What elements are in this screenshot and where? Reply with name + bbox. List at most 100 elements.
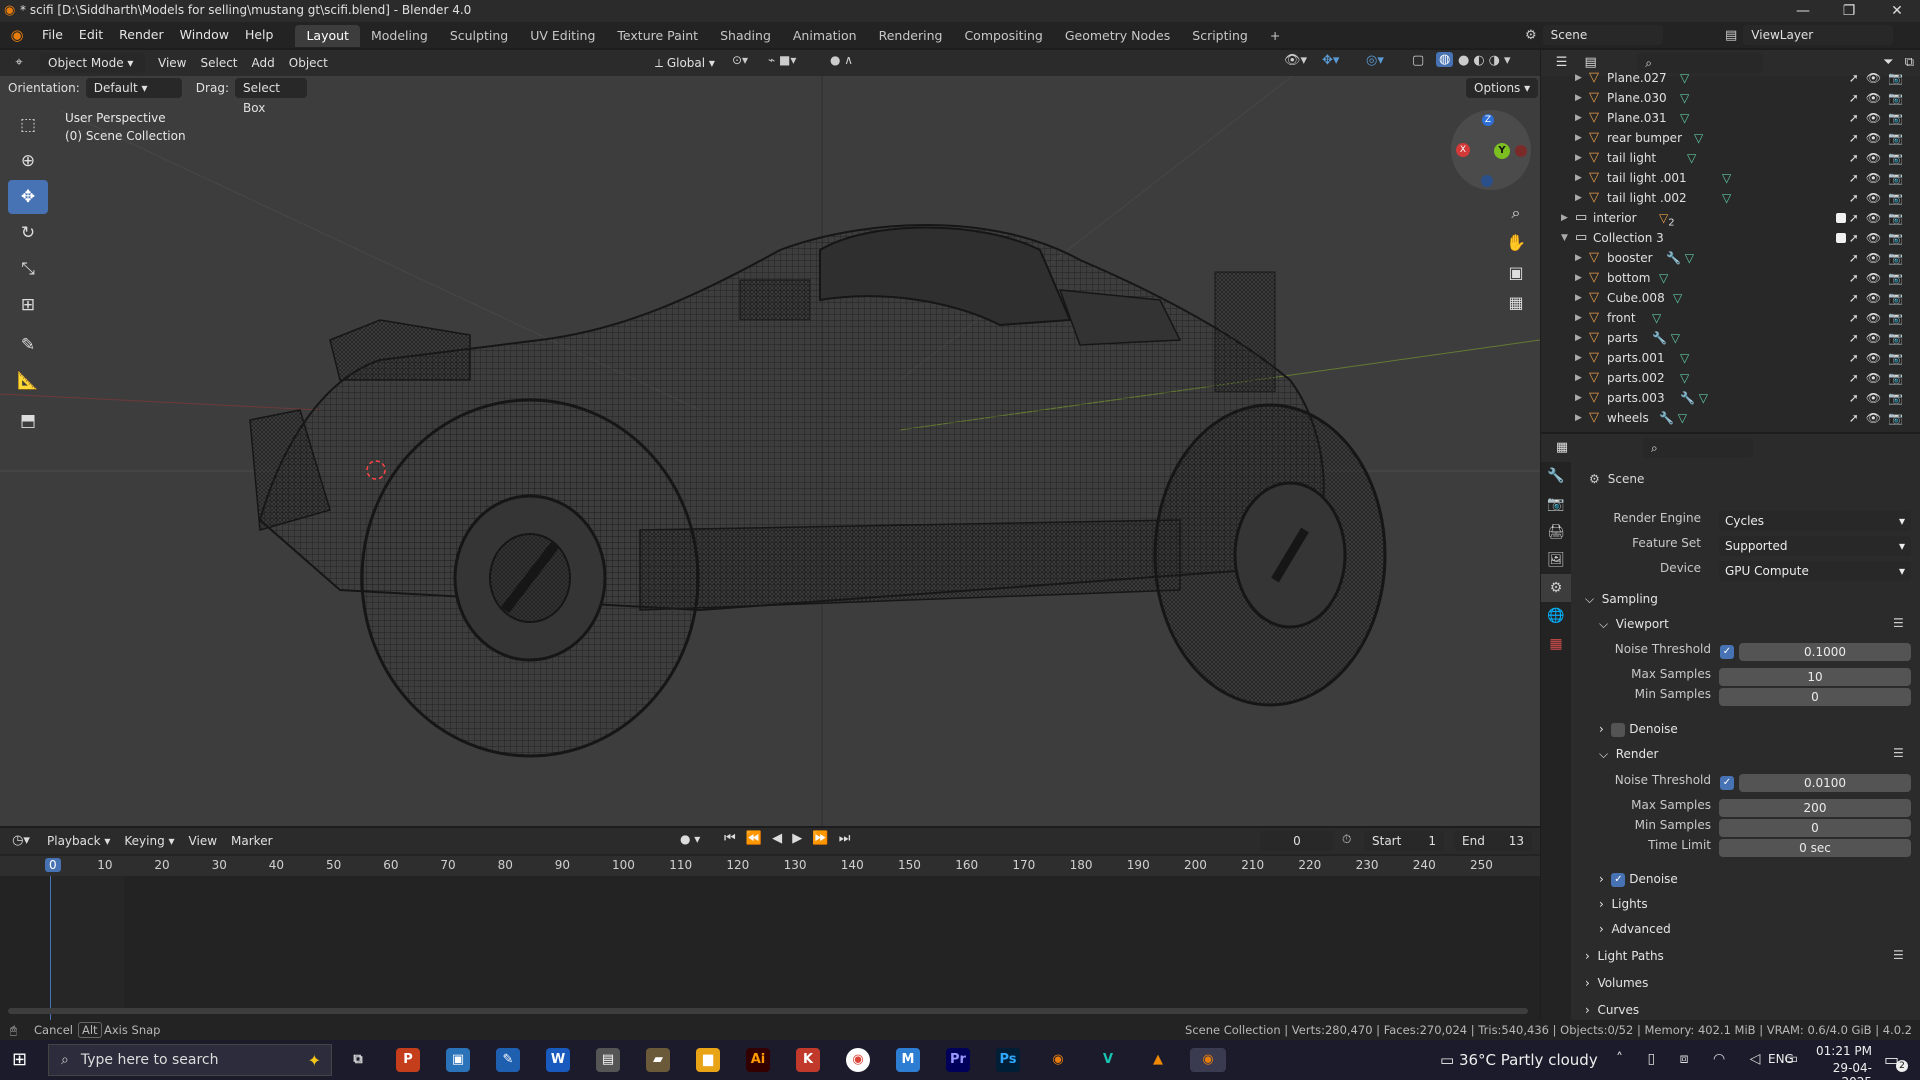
r-min-samples-field[interactable]: 0 <box>1719 819 1911 837</box>
wireframe-shading-icon[interactable]: ◍ <box>1436 52 1454 67</box>
menu-edit[interactable]: Edit <box>71 22 111 48</box>
gizmo-neg-z[interactable] <box>1481 175 1493 187</box>
expand-arrow-icon[interactable]: ▶ <box>1575 148 1582 168</box>
menu-file[interactable]: File <box>34 22 71 48</box>
microsoft-365-icon[interactable]: M <box>896 1048 920 1072</box>
tab-texture-paint[interactable]: Texture Paint <box>606 25 709 47</box>
tab-sculpting[interactable]: Sculpting <box>439 25 519 47</box>
lights-subsection[interactable]: › Lights <box>1599 893 1648 915</box>
solid-material-rendered-icons[interactable]: ●◐◑▾ <box>1458 53 1515 68</box>
menu-marker[interactable]: Marker <box>224 831 279 851</box>
expand-arrow-icon[interactable]: ▶ <box>1575 188 1582 208</box>
tab-animation[interactable]: Animation <box>782 25 868 47</box>
navigation-gizmo[interactable]: Z X Y <box>1451 110 1531 190</box>
properties-search-input[interactable]: ⌕ <box>1643 438 1753 458</box>
taskbar-search-box[interactable]: ⌕ Type here to search ✦ <box>48 1044 332 1076</box>
render-subsection-header[interactable]: ⌵ Render <box>1599 743 1658 765</box>
word-icon[interactable]: W <box>546 1048 570 1072</box>
menu-window[interactable]: Window <box>172 22 237 48</box>
outliner-row[interactable]: ▶ ▽ rear bumper ▽ ➚👁📷 <box>1541 128 1920 148</box>
clock-time[interactable]: 01:21 PM <box>1808 1044 1872 1058</box>
vector-app-icon[interactable]: V <box>1096 1048 1120 1072</box>
transform-orientation-dropdown[interactable]: ⟂ Global ▾ <box>648 53 722 73</box>
windows-start-icon[interactable]: ⊞ <box>12 1049 27 1070</box>
outliner-row[interactable]: ▶ ▽ parts.003 🔧 ▽ ➚👁📷 <box>1541 388 1920 408</box>
texture-tab-icon[interactable]: ▦ <box>1541 630 1571 658</box>
visibility-toggles-icon[interactable]: ➚👁📷 <box>1849 68 1910 88</box>
render-presets-icon[interactable]: ☰ <box>1893 746 1904 760</box>
world-tab-icon[interactable]: 🌐 <box>1541 602 1571 630</box>
tab-scripting[interactable]: Scripting <box>1181 25 1259 47</box>
outliner-row[interactable]: ▶ ▽ parts.002 ▽ ➚👁📷 <box>1541 368 1920 388</box>
premiere-pro-icon[interactable]: Pr <box>946 1048 970 1072</box>
r-noise-threshold-field[interactable]: 0.0100 <box>1739 774 1911 792</box>
visibility-toggles-icon[interactable]: ➚👁📷 <box>1849 368 1910 388</box>
viewport-presets-icon[interactable]: ☰ <box>1893 616 1904 630</box>
vp-denoise-subsection[interactable]: › Denoise <box>1599 718 1678 740</box>
expand-arrow-icon[interactable]: ▶ <box>1561 208 1568 228</box>
outliner-row[interactable]: ▶ ▽ wheels 🔧 ▽ ➚👁📷 <box>1541 408 1920 428</box>
tab-layout[interactable]: Layout <box>295 25 360 47</box>
expand-arrow-icon[interactable]: ▶ <box>1575 108 1582 128</box>
transform-icon[interactable]: ⊞ <box>8 288 48 322</box>
cursor-icon[interactable]: ⊕ <box>8 144 48 178</box>
tab-uv-editing[interactable]: UV Editing <box>519 25 606 47</box>
gizmo-neg-x[interactable] <box>1515 145 1527 157</box>
file-explorer-icon[interactable]: ▆ <box>696 1048 720 1072</box>
timeline-scrollbar[interactable] <box>8 1008 1528 1014</box>
overlay-toggle-icon[interactable]: ◎▾ <box>1366 53 1384 68</box>
visibility-toggles-icon[interactable]: ➚👁📷 <box>1849 388 1910 408</box>
add-cube-icon[interactable]: ⬒ <box>8 404 48 438</box>
menu-playback[interactable]: Playback ▾ <box>40 831 117 851</box>
app-red-icon[interactable]: K <box>796 1048 820 1072</box>
expand-arrow-icon[interactable]: ▶ <box>1575 388 1582 408</box>
gizmo-z-axis[interactable]: Z <box>1482 114 1494 126</box>
copilot-sparkle-icon[interactable]: ✦ <box>308 1051 321 1070</box>
scene-selector[interactable]: ⚙ Scene <box>1525 25 1663 45</box>
move-icon[interactable]: ✥ <box>8 180 48 214</box>
collection-exclude-checkbox[interactable] <box>1836 233 1846 243</box>
vlc-icon[interactable]: ▲ <box>1146 1048 1170 1072</box>
outliner-row[interactable]: ▶ ▽ Plane.030 ▽ ➚👁📷 <box>1541 88 1920 108</box>
expand-arrow-icon[interactable]: ▶ <box>1575 68 1582 88</box>
drag-dropdown[interactable]: Select Box <box>234 78 307 115</box>
tab-geometry-nodes[interactable]: Geometry Nodes <box>1054 25 1181 47</box>
tab-compositing[interactable]: Compositing <box>953 25 1053 47</box>
visibility-toggles-icon[interactable]: ➚👁📷 <box>1849 308 1910 328</box>
expand-arrow-icon[interactable]: ▶ <box>1575 248 1582 268</box>
timeline-frame-ruler[interactable]: 0 10 20 30 40 50 60 70 80 90 100 110 120 130 140 150 160… <box>0 856 1540 876</box>
close-button[interactable]: ✕ <box>1874 0 1920 22</box>
menu-view[interactable]: View <box>151 53 193 73</box>
render-tab-icon[interactable]: 📷 <box>1541 490 1571 518</box>
volumes-section[interactable]: › Volumes <box>1585 972 1648 994</box>
feature-set-dropdown[interactable]: Supported ▾ <box>1719 536 1911 556</box>
output-tab-icon[interactable]: 🖨 <box>1541 518 1571 546</box>
visibility-toggles-icon[interactable]: ➚👁📷 <box>1849 328 1910 348</box>
photoshop-icon[interactable]: Ps <box>996 1048 1020 1072</box>
viewport-subsection-header[interactable]: ⌵ Viewport <box>1599 613 1669 635</box>
expand-arrow-icon[interactable]: ▶ <box>1575 88 1582 108</box>
gizmo-x-axis[interactable]: X <box>1456 143 1470 157</box>
visibility-toggles-icon[interactable]: ➚👁📷 <box>1849 248 1910 268</box>
chrome-icon[interactable]: ◉ <box>846 1048 870 1072</box>
task-view-icon[interactable]: ⧉ <box>346 1048 370 1072</box>
expand-arrow-icon[interactable]: ▶ <box>1575 348 1582 368</box>
device-dropdown[interactable]: GPU Compute ▾ <box>1719 561 1911 581</box>
visibility-toggles-icon[interactable]: ➚👁📷 <box>1849 408 1910 428</box>
xray-icon[interactable]: ▢ <box>1412 53 1424 68</box>
mode-dropdown[interactable]: Object Mode ▾ <box>40 53 145 73</box>
visibility-toggles-icon[interactable]: ➚👁📷 <box>1849 208 1910 228</box>
view-layer-field[interactable]: ViewLayer <box>1743 25 1894 45</box>
curves-section[interactable]: › Curves <box>1585 999 1639 1021</box>
menu-render[interactable]: Render <box>111 22 172 48</box>
minimize-button[interactable]: — <box>1780 0 1826 22</box>
gizmo-toggle-icon[interactable]: ✥▾ <box>1322 53 1339 68</box>
outliner-row[interactable]: ▶ ▽ parts.001 ▽ ➚👁📷 <box>1541 348 1920 368</box>
blender-active-icon[interactable]: ◉ <box>1190 1048 1226 1072</box>
editor-type-icon[interactable]: ⌖ <box>8 53 30 73</box>
r-denoise-subsection[interactable]: › ✓ Denoise <box>1599 868 1678 890</box>
vp-max-samples-field[interactable]: 10 <box>1719 668 1911 686</box>
visibility-toggles-icon[interactable]: ➚👁📷 <box>1849 188 1910 208</box>
select-box-icon[interactable]: ⬚ <box>8 108 48 142</box>
start-frame-field[interactable]: Start 1 <box>1364 831 1444 851</box>
